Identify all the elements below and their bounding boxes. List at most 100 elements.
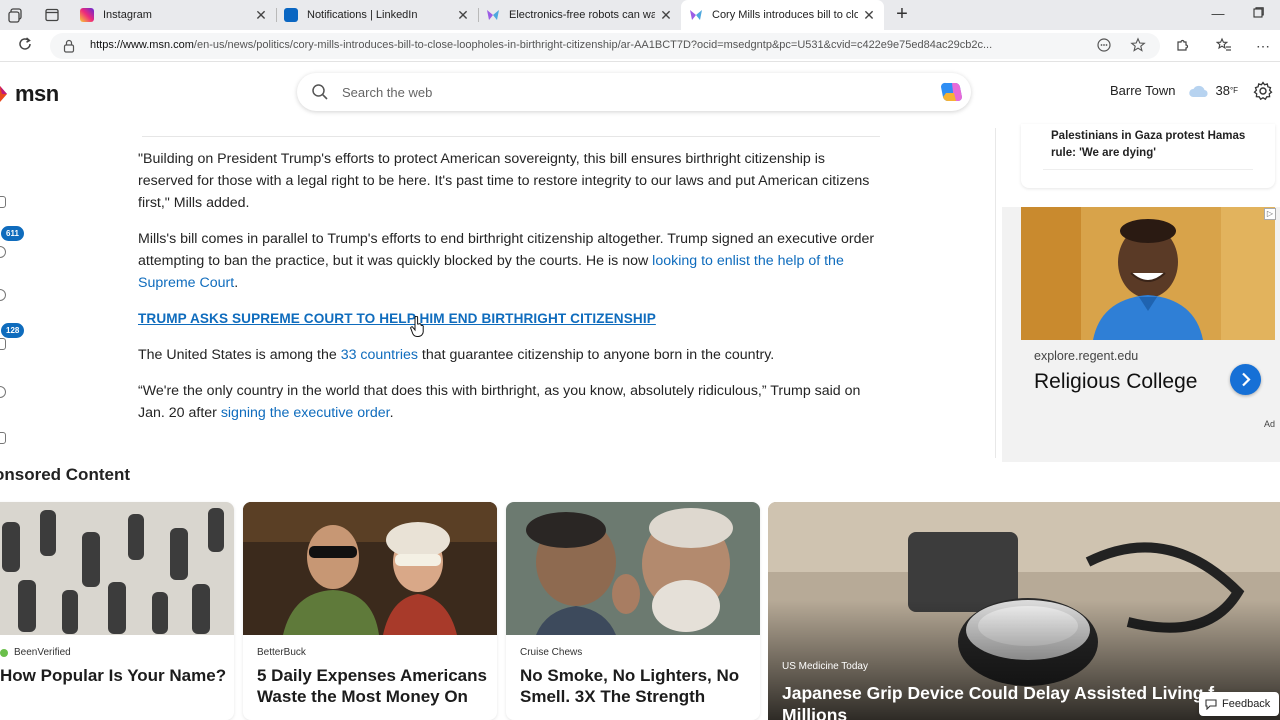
- card-image: [243, 502, 497, 635]
- ad-choices-icon[interactable]: ▷: [1264, 208, 1276, 220]
- msn-wordmark: msn: [15, 81, 59, 106]
- ad-photo[interactable]: [1021, 207, 1275, 340]
- msn-butterfly-icon: [689, 8, 703, 22]
- browser-tab-strip: Instagram ✕ Notifications | LinkedIn ✕ E…: [0, 0, 1280, 30]
- column-divider: [995, 128, 996, 458]
- ad-next-button[interactable]: [1230, 364, 1261, 395]
- article-paragraph: The United States is among the 33 countr…: [138, 344, 880, 366]
- tab-label: Instagram: [103, 9, 152, 21]
- related-headline-link[interactable]: TRUMP ASKS SUPREME COURT TO HELP HIM END…: [138, 308, 880, 330]
- sponsored-card[interactable]: BeenVerified How Popular Is Your Name?: [0, 502, 234, 720]
- article-paragraph: “We're the only country in the world tha…: [138, 380, 880, 424]
- url-field[interactable]: https://www.msn.com/en-us/news/politics/…: [50, 33, 1160, 59]
- copilot-icon[interactable]: [938, 81, 964, 103]
- reader-mode-icon[interactable]: [1095, 37, 1113, 55]
- sponsored-card[interactable]: BetterBuck 5 Daily Expenses Americans Wa…: [243, 502, 497, 720]
- news-item: Palestinians in Gaza protest Hamas rule:…: [1043, 126, 1253, 170]
- msn-butterfly-icon: [0, 86, 7, 102]
- notification-badge[interactable]: 128: [1, 323, 25, 338]
- trending-news-card[interactable]: Palestinians in Gaza protest Hamas rule:…: [1021, 124, 1275, 188]
- close-icon[interactable]: ✕: [659, 7, 673, 24]
- address-bar-row: https://www.msn.com/en-us/news/politics/…: [0, 30, 1280, 62]
- search-input[interactable]: [342, 82, 902, 102]
- search-box[interactable]: [297, 73, 971, 111]
- close-icon[interactable]: ✕: [456, 7, 470, 24]
- tab-actions-icon[interactable]: [44, 7, 60, 23]
- source-name: Cruise Chews: [520, 647, 583, 658]
- new-tab-icon[interactable]: +: [893, 4, 911, 24]
- rail-sports-icon[interactable]: [0, 386, 6, 398]
- paragraph-text: The United States is among the: [138, 347, 341, 363]
- card-title[interactable]: 5 Daily Expenses Americans Waste the Mos…: [257, 665, 492, 707]
- sponsored-feature-card[interactable]: US Medicine Today Japanese Grip Device C…: [768, 502, 1280, 720]
- paragraph-text: .: [389, 405, 394, 421]
- article-body: "Building on President Trump's efforts t…: [138, 148, 880, 438]
- ad-domain: explore.regent.edu: [1034, 349, 1139, 363]
- rail-saved-icon[interactable]: [0, 338, 6, 350]
- url-host: https://www.msn.com: [90, 39, 194, 51]
- weather-widget[interactable]: Barre Town 38 °F: [1110, 83, 1238, 98]
- executive-order-link[interactable]: signing the executive order: [221, 405, 390, 421]
- feedback-icon: [1205, 699, 1217, 710]
- cloud-icon: [1188, 85, 1208, 97]
- rail-discover-icon[interactable]: [0, 289, 6, 301]
- source-logo-icon: [0, 648, 8, 657]
- source-name: BetterBuck: [257, 647, 306, 658]
- sponsored-section-title: onsored Content: [0, 465, 130, 484]
- ad-label: Ad: [1264, 419, 1276, 429]
- sponsored-card[interactable]: Cruise Chews No Smoke, No Lighters, No S…: [506, 502, 760, 720]
- reload-icon[interactable]: [15, 36, 35, 56]
- card-image: [506, 502, 760, 635]
- temperature-unit: °F: [1229, 86, 1239, 95]
- url-path: /en-us/news/politics/cory-mills-introduc…: [193, 39, 993, 51]
- tab-electronics-robots[interactable]: Electronics-free robots can walk a ✕: [478, 0, 681, 30]
- location-label: Barre Town: [1110, 83, 1176, 98]
- article-paragraph: "Building on President Trump's efforts t…: [138, 151, 870, 211]
- card-source: BetterBuck: [257, 647, 306, 658]
- card-image: [0, 502, 234, 635]
- extensions-icon[interactable]: [1174, 37, 1192, 55]
- card-title[interactable]: How Popular Is Your Name?: [0, 665, 234, 686]
- paragraph-text: that guarantee citizenship to anyone bor…: [417, 347, 775, 363]
- msn-butterfly-icon: [486, 8, 500, 22]
- msn-logo[interactable]: msn: [0, 81, 59, 107]
- feedback-button[interactable]: Feedback: [1199, 692, 1279, 716]
- tab-cory-mills-active[interactable]: Cory Mills introduces bill to close ✕: [681, 0, 884, 30]
- card-title[interactable]: No Smoke, No Lighters, No Smell. 3X The …: [520, 665, 755, 707]
- paragraph-text: .: [234, 275, 239, 291]
- search-icon: [312, 84, 328, 100]
- card-title[interactable]: Japanese Grip Device Could Delay Assiste…: [782, 682, 1252, 720]
- hand-cursor-icon: [410, 316, 424, 337]
- article-divider: [142, 136, 880, 137]
- rail-news-icon[interactable]: [0, 246, 6, 258]
- temperature-value: 38: [1215, 83, 1230, 98]
- gear-icon[interactable]: [1253, 81, 1273, 101]
- card-source: BeenVerified: [0, 647, 71, 658]
- tab-instagram[interactable]: Instagram ✕: [72, 0, 276, 30]
- tab-linkedin[interactable]: Notifications | LinkedIn ✕: [276, 0, 478, 30]
- notification-badge[interactable]: 611: [1, 226, 24, 241]
- workspaces-icon[interactable]: [8, 7, 24, 23]
- linkedin-icon: [284, 8, 298, 22]
- msn-header: msn Barre Town 38 °F: [0, 63, 1280, 123]
- favorite-star-icon[interactable]: [1129, 37, 1147, 55]
- source-name: BeenVerified: [14, 647, 71, 658]
- card-source: Cruise Chews: [520, 647, 582, 658]
- minimize-icon[interactable]: —: [1209, 6, 1227, 21]
- maximize-icon[interactable]: [1249, 6, 1267, 21]
- instagram-icon: [80, 8, 94, 22]
- ad-card[interactable]: ▷ explore.regent.edu Religious College A…: [1002, 207, 1280, 462]
- rail-home-icon[interactable]: [0, 196, 6, 208]
- news-title[interactable]: Palestinians in Gaza protest Hamas rule:…: [1051, 128, 1251, 162]
- close-icon[interactable]: ✕: [254, 7, 268, 24]
- rail-more-icon[interactable]: [0, 432, 6, 444]
- tab-label: Electronics-free robots can walk a: [509, 9, 655, 21]
- lock-icon[interactable]: [62, 39, 76, 53]
- tab-label: Cory Mills introduces bill to close: [712, 9, 858, 21]
- more-menu-icon[interactable]: ⋯: [1254, 37, 1272, 55]
- 33-countries-link[interactable]: 33 countries: [341, 347, 418, 363]
- url-text[interactable]: https://www.msn.com/en-us/news/politics/…: [90, 39, 1090, 51]
- ad-headline[interactable]: Religious College: [1034, 370, 1197, 394]
- close-icon[interactable]: ✕: [862, 7, 876, 24]
- favorites-icon[interactable]: [1215, 37, 1233, 55]
